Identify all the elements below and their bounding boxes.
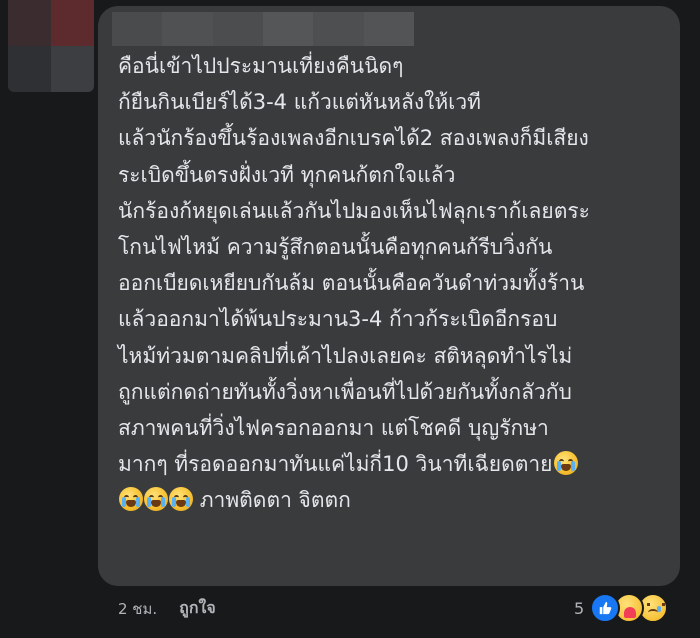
timestamp[interactable]: 2 ชม. — [118, 597, 157, 621]
avatar[interactable] — [8, 0, 94, 92]
loudly-crying-face-icon — [119, 487, 143, 512]
like-icon — [590, 593, 621, 623]
comment-line: แล้วนักร้องขึ้นร้องเพลงอีกเบรคได้2 สองเพ… — [118, 126, 589, 151]
comment-line: ถูกแต่กดถ่ายทันทั้งวิ่งหาเพื่อนที่ไปด้วย… — [118, 379, 572, 404]
comment-line: คือนี่เข้าไปประมานเที่ยงคืนนิดๆ — [118, 54, 404, 78]
comment-actions: 2 ชม. ถูกใจ — [118, 596, 216, 621]
comment-line: มากๆ ที่รอดออกมาทันแค่ไม่กี่10 วินาทีเฉี… — [118, 446, 668, 482]
comment-line: ระเบิดขึ้นตรงฝั่งเวที ทุกคนก้ตกใจแล้ว — [118, 162, 456, 187]
comment-line: แล้วออกมาได้พ้นประมาน3-4 ก้าวก้ระเบิดอีก… — [118, 307, 558, 332]
comment-line: ออกเบียดเหยียบกันล้ม ตอนนั้นคือควันดำท่ว… — [118, 271, 585, 296]
comment-line: ก้ยืนกินเบียร์ได้3-4 แก้วแต่หันหลังให้เว… — [118, 90, 481, 115]
reaction-summary[interactable]: 5 — [574, 592, 669, 624]
comment-line: นักร้องก้หยุดเล่นแล้วกันไปมองเห็นไฟลุกเร… — [118, 198, 590, 223]
comment-line: สภาพคนที่วิ่งไฟครอกออกมา แต่โชคดี บุญรัก… — [118, 416, 549, 441]
comment-line: ไหม้ท่วมตามคลิปที่เค้าไปลงเลยคะ สติหลุดท… — [118, 343, 573, 368]
loudly-crying-face-icon — [553, 451, 578, 476]
loudly-crying-face-icon — [144, 487, 168, 512]
reaction-count: 5 — [574, 598, 585, 618]
comment-line: ภาพติดตา จิตตก — [118, 482, 668, 518]
like-link[interactable]: ถูกใจ — [179, 596, 216, 621]
commenter-name-redacted[interactable] — [112, 12, 414, 46]
loudly-crying-face-icon — [169, 487, 193, 512]
comment-line: โกนไฟไหม้ ความรู้สึกตอนนั้นคือทุกคนก้รีบ… — [118, 235, 553, 260]
comment-text: คือนี่เข้าไปประมานเที่ยงคืนนิดๆ ก้ยืนกิน… — [118, 48, 668, 519]
